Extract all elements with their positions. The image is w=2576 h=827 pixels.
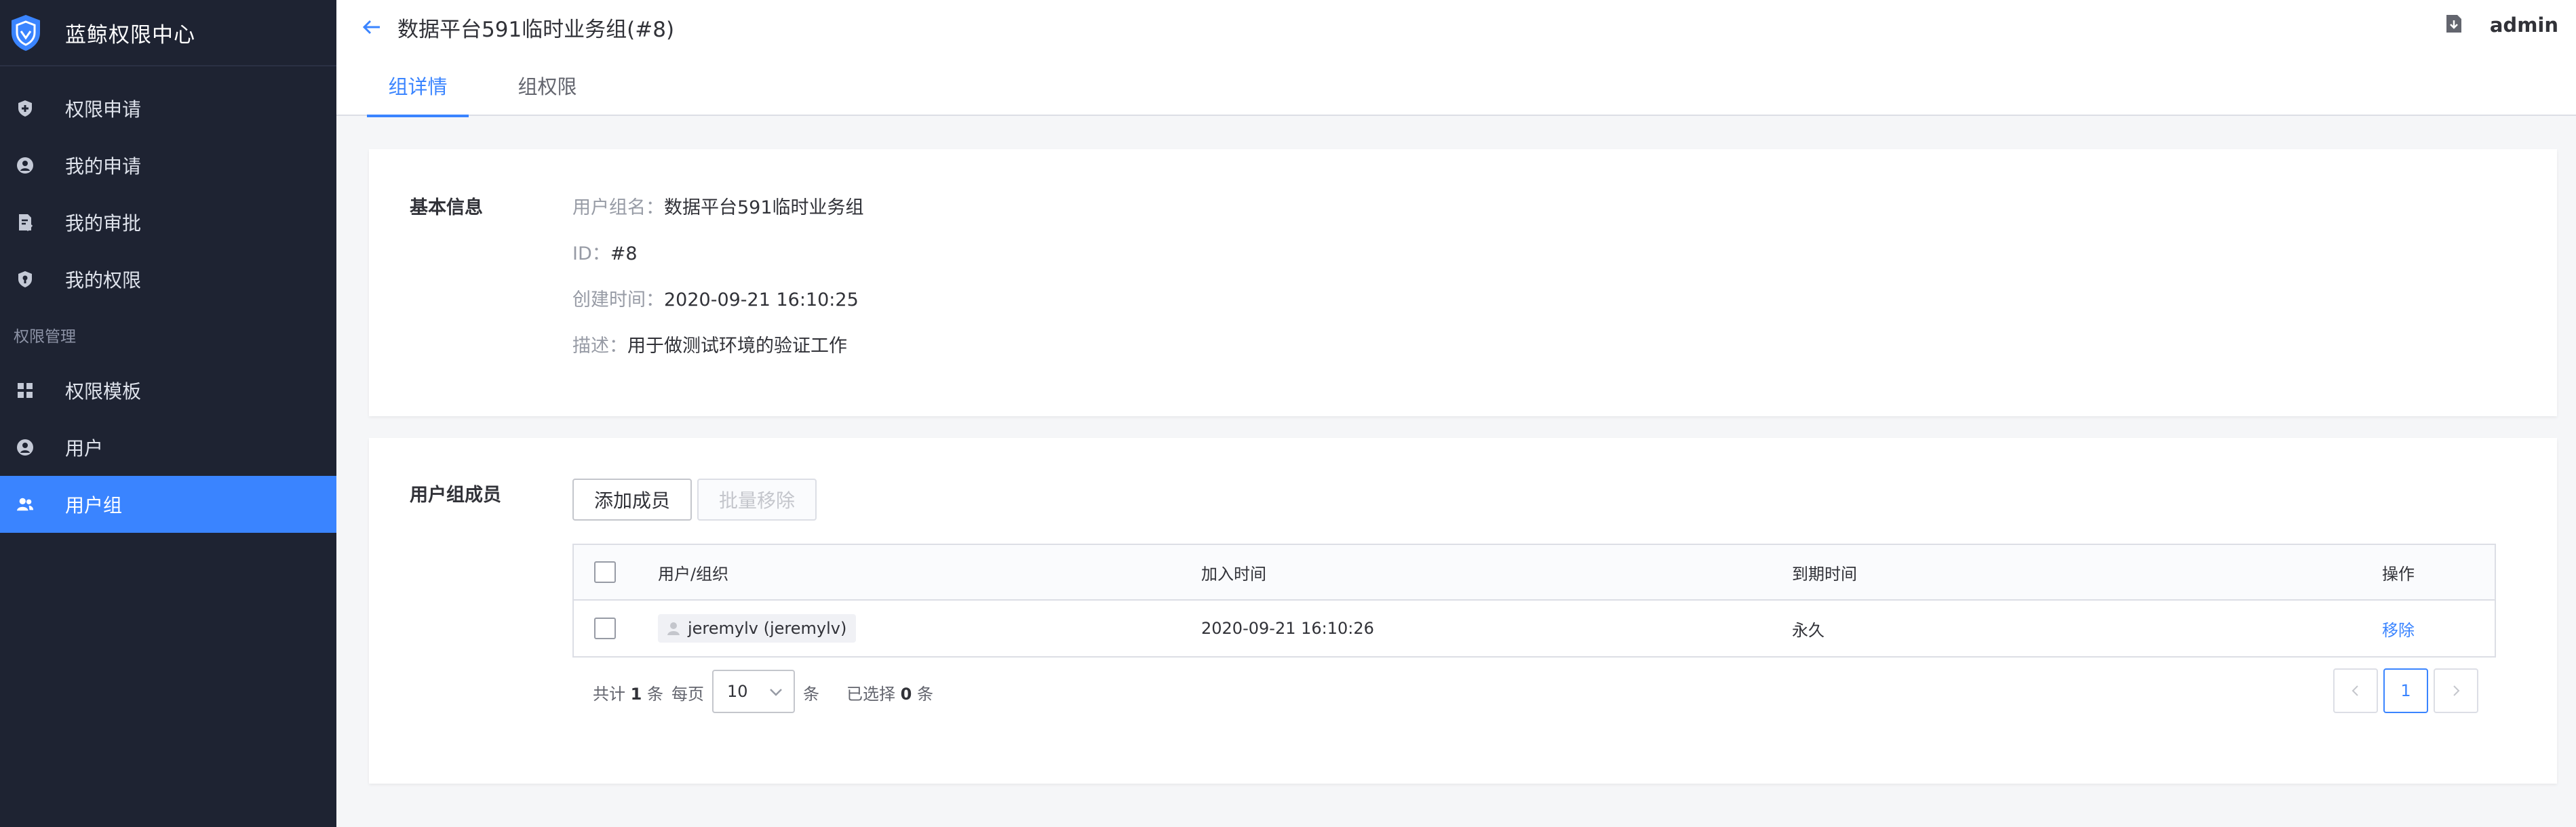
sidebar-item-user-group[interactable]: 用户组 bbox=[0, 476, 336, 533]
members-card: 用户组成员 添加成员 批量移除 用户/组织 加入时间 到期时间 操作 jerem… bbox=[369, 438, 2557, 784]
info-key: 描述： bbox=[572, 336, 627, 357]
chevron-down-icon bbox=[768, 683, 784, 704]
sidebar-item-my-permission[interactable]: 我的权限 bbox=[0, 251, 336, 308]
sidebar-item-label: 用户组 bbox=[65, 494, 123, 517]
user-area[interactable]: admin bbox=[2445, 14, 2558, 37]
expire-time: 永久 bbox=[1792, 620, 1824, 640]
column-header: 加入时间 bbox=[1201, 564, 1266, 584]
column-header: 到期时间 bbox=[1792, 564, 1857, 584]
row-checkbox[interactable] bbox=[594, 618, 616, 639]
info-value: 2020-09-21 16:10:25 bbox=[664, 289, 859, 310]
per-page-suffix: 条 bbox=[803, 685, 819, 704]
grid-icon bbox=[16, 382, 34, 399]
sidebar-item-my-apply[interactable]: 我的申请 bbox=[0, 137, 336, 194]
joined-time: 2020-09-21 16:10:26 bbox=[1201, 619, 1374, 638]
info-key: ID： bbox=[572, 243, 610, 264]
selected-suffix: 条 bbox=[916, 685, 933, 704]
members-label: 用户组成员 bbox=[410, 485, 501, 506]
info-value: #8 bbox=[610, 243, 638, 264]
info-key: 用户组名： bbox=[572, 197, 664, 218]
selected-value: 0 bbox=[900, 685, 912, 704]
selected-count: 已选择 0 条 bbox=[846, 681, 933, 704]
sidebar-item-my-approval[interactable]: 我的审批 bbox=[0, 194, 336, 251]
batch-remove-button[interactable]: 批量移除 bbox=[697, 479, 817, 521]
back-arrow-icon[interactable] bbox=[359, 15, 384, 39]
document-check-icon bbox=[16, 214, 34, 231]
per-page-label: 每页 bbox=[671, 685, 704, 704]
shield-plus-icon bbox=[16, 100, 34, 117]
sidebar-item-apply[interactable]: 权限申请 bbox=[0, 80, 336, 137]
total-value: 1 bbox=[630, 685, 642, 704]
app-logo-icon bbox=[8, 12, 43, 53]
user-avatar-icon bbox=[665, 620, 682, 637]
app-title: 蓝鲸权限中心 bbox=[65, 22, 195, 47]
per-page-value: 10 bbox=[727, 682, 748, 701]
sidebar-item-label: 我的申请 bbox=[65, 155, 142, 178]
chevron-right-icon bbox=[2453, 685, 2460, 696]
user-tag: jeremylv (jeremylv) bbox=[658, 614, 857, 643]
sidebar-menu: 权限申请 我的申请 我的审批 我的权限 权限管理 权限模板 用户 用户组 bbox=[0, 66, 336, 533]
page-title: 数据平台591临时业务组(#8) bbox=[397, 17, 675, 42]
sidebar-item-label: 我的审批 bbox=[65, 212, 142, 235]
doc-download-icon[interactable] bbox=[2445, 14, 2463, 36]
pagination: 共计 1 条 每页 10 条 已选择 0 条 1 bbox=[572, 668, 2496, 714]
total-prefix: 共计 bbox=[593, 685, 625, 704]
total-count: 共计 1 条 bbox=[593, 681, 663, 704]
prev-page-button[interactable] bbox=[2333, 668, 2378, 713]
sidebar-item-label: 用户 bbox=[65, 437, 104, 460]
brand: 蓝鲸权限中心 bbox=[0, 0, 336, 66]
basic-info-label: 基本信息 bbox=[410, 197, 483, 218]
add-member-button[interactable]: 添加成员 bbox=[572, 479, 692, 521]
remove-link[interactable]: 移除 bbox=[2382, 617, 2415, 641]
shield-key-icon bbox=[16, 270, 34, 288]
user-circle-icon bbox=[16, 157, 34, 174]
column-header: 用户/组织 bbox=[658, 564, 729, 584]
sidebar-item-template[interactable]: 权限模板 bbox=[0, 362, 336, 419]
info-key: 创建时间： bbox=[572, 289, 664, 310]
page-number-button[interactable]: 1 bbox=[2383, 668, 2428, 713]
sidebar-item-label: 权限申请 bbox=[65, 98, 142, 121]
current-user[interactable]: admin bbox=[2490, 14, 2558, 37]
info-value: 数据平台591临时业务组 bbox=[664, 197, 864, 218]
info-created-time: 创建时间：2020-09-21 16:10:25 bbox=[572, 285, 859, 311]
header: 数据平台591临时业务组(#8) admin 组详情 组权限 bbox=[336, 0, 2576, 117]
table-header: 用户/组织 加入时间 到期时间 操作 bbox=[572, 544, 2496, 601]
sidebar: 蓝鲸权限中心 权限申请 我的申请 我的审批 我的权限 权限管理 权限模板 用户 … bbox=[0, 0, 336, 827]
next-page-button[interactable] bbox=[2434, 668, 2478, 713]
info-value: 用于做测试环境的验证工作 bbox=[627, 336, 847, 357]
chevron-left-icon bbox=[2351, 685, 2358, 696]
info-group-name: 用户组名：数据平台591临时业务组 bbox=[572, 193, 864, 219]
total-suffix: 条 bbox=[646, 685, 663, 704]
basic-info-card: 基本信息 用户组名：数据平台591临时业务组 ID：#8 创建时间：2020-0… bbox=[369, 149, 2557, 416]
sidebar-group-label: 权限管理 bbox=[14, 328, 76, 346]
user-icon bbox=[16, 439, 34, 456]
column-header: 操作 bbox=[2382, 564, 2415, 584]
per-page-select[interactable]: 10 bbox=[712, 670, 795, 713]
sidebar-item-label: 权限模板 bbox=[65, 380, 142, 403]
users-icon bbox=[16, 496, 34, 513]
tab-group-detail[interactable]: 组详情 bbox=[367, 54, 469, 117]
topbar: 数据平台591临时业务组(#8) admin bbox=[336, 0, 2576, 54]
table-row: jeremylv (jeremylv) 2020-09-21 16:10:26 … bbox=[572, 601, 2496, 658]
info-description: 描述：用于做测试环境的验证工作 bbox=[572, 331, 847, 357]
tabs: 组详情 组权限 bbox=[336, 54, 2576, 117]
info-id: ID：#8 bbox=[572, 239, 638, 265]
user-name: jeremylv (jeremylv) bbox=[688, 619, 847, 638]
select-all-checkbox[interactable] bbox=[594, 561, 616, 583]
selected-prefix: 已选择 bbox=[846, 685, 895, 704]
members-table: 用户/组织 加入时间 到期时间 操作 jeremylv (jeremylv) 2… bbox=[572, 544, 2496, 658]
tab-group-permission[interactable]: 组权限 bbox=[507, 54, 588, 116]
sidebar-item-user[interactable]: 用户 bbox=[0, 419, 336, 476]
sidebar-item-label: 我的权限 bbox=[65, 269, 142, 291]
